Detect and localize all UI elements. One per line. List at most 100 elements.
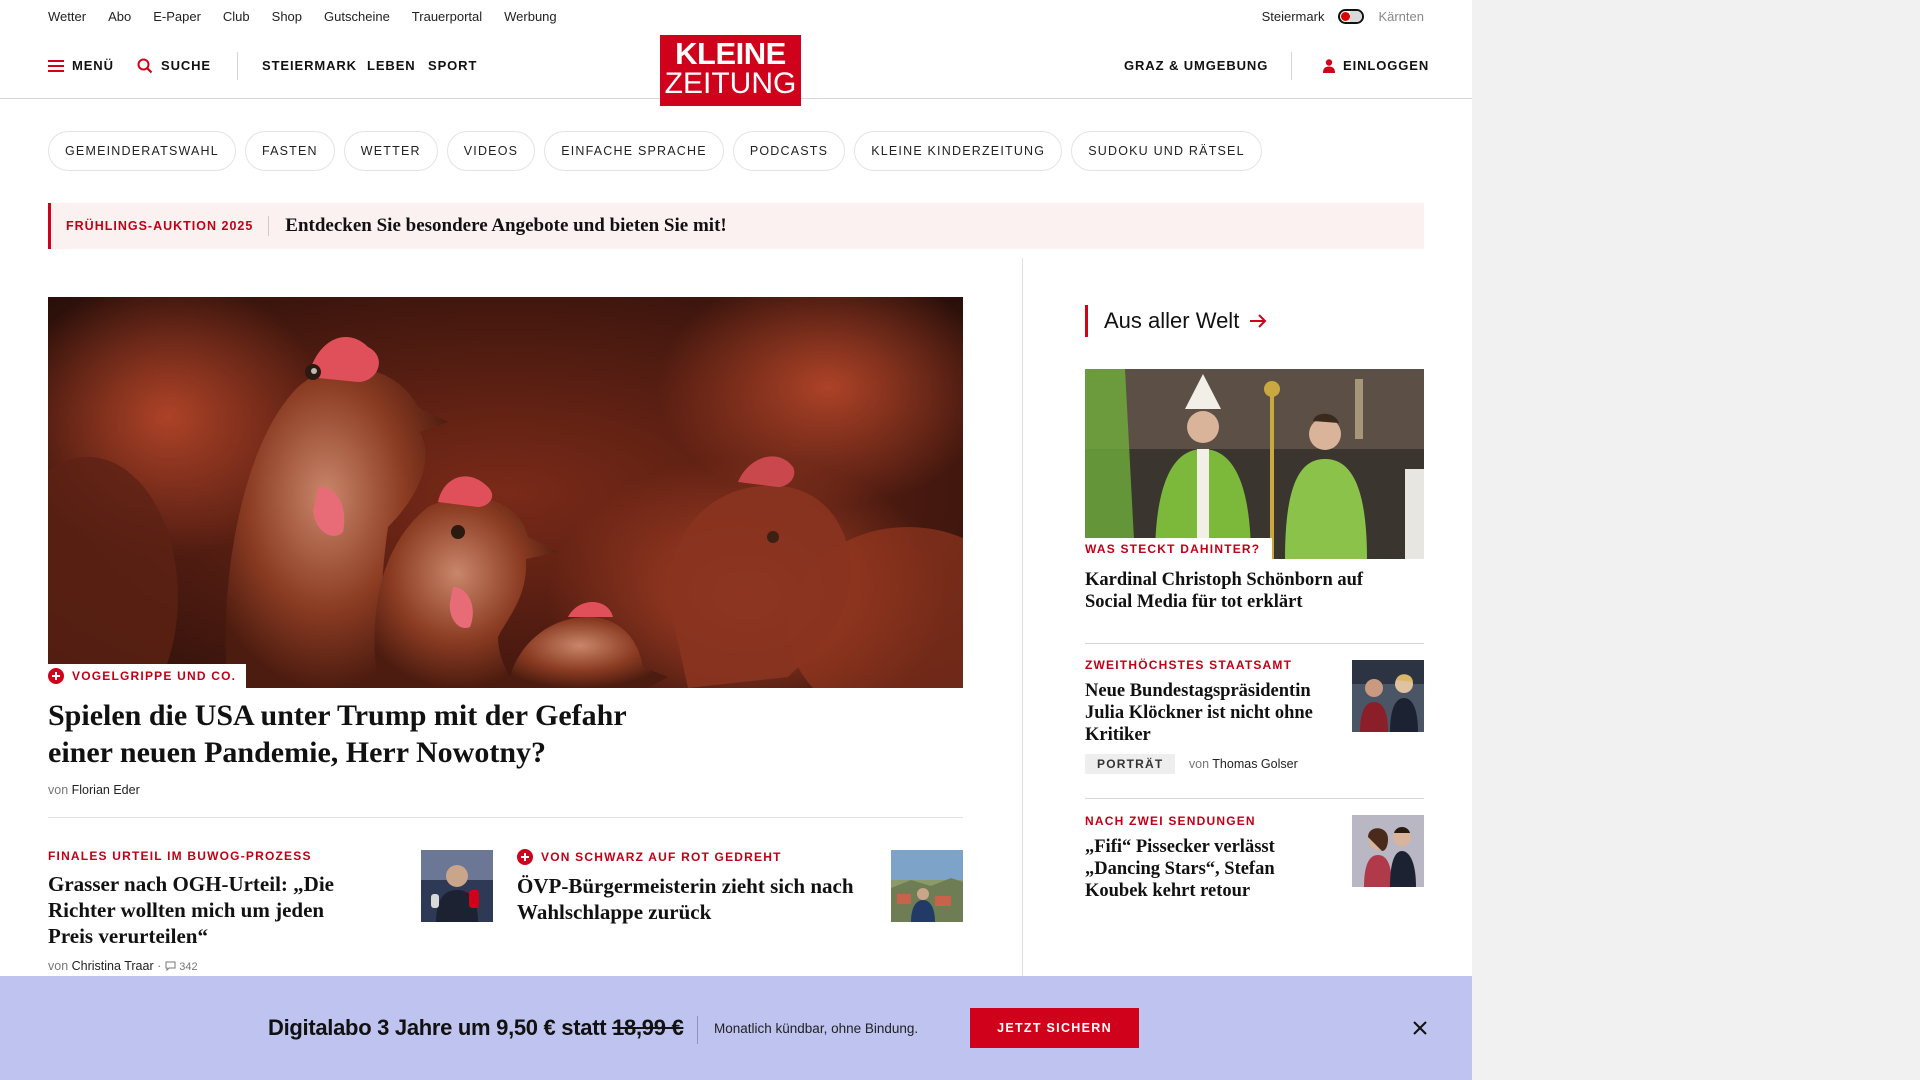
teaser-kicker-text: VON SCHWARZ AUF ROT GEDREHT xyxy=(541,850,782,864)
hero-image-chickens[interactable] xyxy=(48,297,963,688)
close-banner-button[interactable] xyxy=(1408,1016,1432,1040)
header-divider xyxy=(1291,52,1292,80)
nav-leben[interactable]: LEBEN xyxy=(367,33,416,98)
promo-text: Entdecken Sie besondere Angebote und bie… xyxy=(285,215,727,236)
comment-count[interactable]: 342 xyxy=(179,961,197,973)
pill-fasten[interactable]: FASTEN xyxy=(244,131,335,171)
menu-button[interactable]: MENÜ xyxy=(48,33,114,98)
pill-kinderzeitung[interactable]: KLEINE KINDERZEITUNG xyxy=(854,131,1063,171)
region-toggle[interactable] xyxy=(1338,9,1365,24)
sidebar-lead-image[interactable] xyxy=(1085,369,1424,559)
sidebar-thumb-pissecker[interactable] xyxy=(1352,815,1424,887)
divider xyxy=(1085,643,1424,644)
util-link-wetter[interactable]: Wetter xyxy=(48,9,86,24)
menu-label: MENÜ xyxy=(72,58,114,73)
pill-podcasts[interactable]: PODCASTS xyxy=(732,131,846,171)
sidebar-item-kloeckner[interactable]: ZWEITHÖCHSTES STAATSAMT Neue Bundestagsp… xyxy=(1085,658,1335,774)
hero-title[interactable]: Spielen die USA unter Trump mit der Gefa… xyxy=(48,697,688,771)
subscribe-button[interactable]: JETZT SICHERN xyxy=(970,1008,1139,1048)
header-divider xyxy=(237,52,238,80)
sidebar-item-title[interactable]: Neue Bundestagspräsidentin Julia Klöckne… xyxy=(1085,680,1335,746)
schoenborn-photo xyxy=(1085,369,1424,559)
pill-sudoku[interactable]: SUDOKU UND RÄTSEL xyxy=(1071,131,1262,171)
pill-videos[interactable]: VIDEOS xyxy=(446,131,536,171)
util-link-club[interactable]: Club xyxy=(223,9,250,24)
dancing-stars-photo xyxy=(1352,815,1424,887)
pill-einfache-sprache[interactable]: EINFACHE SPRACHE xyxy=(544,131,724,171)
logo-line-2: ZEITUNG xyxy=(664,67,797,100)
topic-pills: GEMEINDERATSWAHL FASTEN WETTER VIDEOS EI… xyxy=(48,131,1262,171)
section-aus-aller-welt[interactable]: Aus aller Welt xyxy=(1085,305,1267,337)
logo-line-1: KLEINE xyxy=(675,36,786,71)
search-icon xyxy=(137,58,153,73)
util-link-gutscheine[interactable]: Gutscheine xyxy=(324,9,390,24)
login-button[interactable]: EINLOGGEN xyxy=(1323,33,1429,98)
nav-sport[interactable]: SPORT xyxy=(428,33,477,98)
nav-steiermark[interactable]: STEIERMARK xyxy=(262,33,357,98)
teaser-grasser[interactable]: FINALES URTEIL IM BUWOG-PROZESS Grasser … xyxy=(48,849,348,973)
chickens-photo xyxy=(48,297,963,688)
sidebar-item-title[interactable]: „Fifi“ Pissecker verlässt „Dancing Stars… xyxy=(1085,836,1335,902)
kloeckner-photo xyxy=(1352,660,1424,732)
hero-kicker[interactable]: VOGELGRIPPE UND CO. xyxy=(48,664,247,688)
section-heading: Aus aller Welt xyxy=(1104,308,1240,333)
byline-prefix: von xyxy=(48,783,69,797)
teaser-byline: von Christina Traar · 342 xyxy=(48,959,198,973)
town-photo xyxy=(891,850,963,922)
banner-headline: Digitalabo 3 Jahre um 9,50 € statt 18,99… xyxy=(268,1015,684,1041)
grasser-photo xyxy=(421,850,493,922)
sidebar-item-pissecker[interactable]: NACH ZWEI SENDUNGEN „Fifi“ Pissecker ver… xyxy=(1085,814,1335,902)
utility-links: Wetter Abo E-Paper Club Shop Gutscheine … xyxy=(48,0,557,33)
arrow-right-icon xyxy=(1250,314,1267,328)
promo-strip[interactable]: FRÜHLINGS-AUKTION 2025 Entdecken Sie bes… xyxy=(48,203,1424,249)
subscription-banner: Digitalabo 3 Jahre um 9,50 € statt 18,99… xyxy=(0,976,1472,1080)
sidebar-lead-title[interactable]: Kardinal Christoph Schönborn auf Social … xyxy=(1085,569,1385,613)
plus-icon xyxy=(48,668,64,684)
user-icon xyxy=(1323,58,1335,73)
pill-wetter[interactable]: WETTER xyxy=(343,131,438,171)
hero-kicker-text: VOGELGRIPPE UND CO. xyxy=(72,669,237,683)
region-switch: Steiermark Kärnten xyxy=(1262,0,1424,33)
sidebar-item-author[interactable]: Thomas Golser xyxy=(1212,757,1297,771)
pill-gemeinderatswahl[interactable]: GEMEINDERATSWAHL xyxy=(48,131,236,171)
teaser-title[interactable]: ÖVP-Bürgermeisterin zieht sich nach Wahl… xyxy=(517,873,877,925)
column-divider xyxy=(1022,258,1023,1080)
byline-prefix: von xyxy=(48,959,69,973)
teaser-kicker: FINALES URTEIL IM BUWOG-PROZESS xyxy=(48,849,312,863)
plus-icon xyxy=(517,849,533,865)
banner-subtext: Monatlich kündbar, ohne Bindung. xyxy=(714,1021,919,1036)
divider xyxy=(48,817,963,818)
region-graz-link[interactable]: GRAZ & UMGEBUNG xyxy=(1124,33,1268,98)
divider xyxy=(1085,798,1424,799)
util-link-epaper[interactable]: E-Paper xyxy=(153,9,201,24)
banner-old-price: 18,99 € xyxy=(612,1015,684,1040)
promo-tag: FRÜHLINGS-AUKTION 2025 xyxy=(51,216,270,236)
teaser-author[interactable]: Christina Traar xyxy=(72,959,154,973)
util-link-abo[interactable]: Abo xyxy=(108,9,131,24)
banner-divider xyxy=(697,1016,698,1044)
util-link-werbung[interactable]: Werbung xyxy=(504,9,557,24)
teaser-title[interactable]: Grasser nach OGH-Urteil: „Die Richter wo… xyxy=(48,871,348,949)
hero-byline: von Florian Eder xyxy=(48,783,140,797)
sidebar-item-meta: PORTRÄT von Thomas Golser xyxy=(1085,754,1335,774)
comment-icon xyxy=(165,961,176,972)
teaser-thumb-grasser[interactable] xyxy=(421,850,493,922)
kleine-zeitung-logo[interactable]: KLEINE ZEITUNG xyxy=(660,35,801,106)
region-steiermark[interactable]: Steiermark xyxy=(1262,9,1325,24)
search-label: SUCHE xyxy=(161,58,212,73)
search-button[interactable]: SUCHE xyxy=(137,33,211,98)
login-label: EINLOGGEN xyxy=(1343,58,1430,73)
region-kaernten[interactable]: Kärnten xyxy=(1378,9,1424,24)
sidebar-thumb-kloeckner[interactable] xyxy=(1352,660,1424,732)
util-link-shop[interactable]: Shop xyxy=(272,9,302,24)
teaser-oevp[interactable]: VON SCHWARZ AUF ROT GEDREHT ÖVP-Bürgerme… xyxy=(517,849,877,925)
teaser-kicker: VON SCHWARZ AUF ROT GEDREHT xyxy=(517,849,877,865)
sidebar-lead-kicker: WAS STECKT DAHINTER? xyxy=(1085,538,1273,560)
page: Wetter Abo E-Paper Club Shop Gutscheine … xyxy=(0,0,1472,1080)
teaser-thumb-oevp[interactable] xyxy=(891,850,963,922)
portrait-badge: PORTRÄT xyxy=(1085,754,1176,774)
sidebar-item-kicker: NACH ZWEI SENDUNGEN xyxy=(1085,814,1256,828)
byline-prefix: von xyxy=(1188,757,1210,771)
util-link-trauerportal[interactable]: Trauerportal xyxy=(412,9,482,24)
hero-author[interactable]: Florian Eder xyxy=(72,783,140,797)
